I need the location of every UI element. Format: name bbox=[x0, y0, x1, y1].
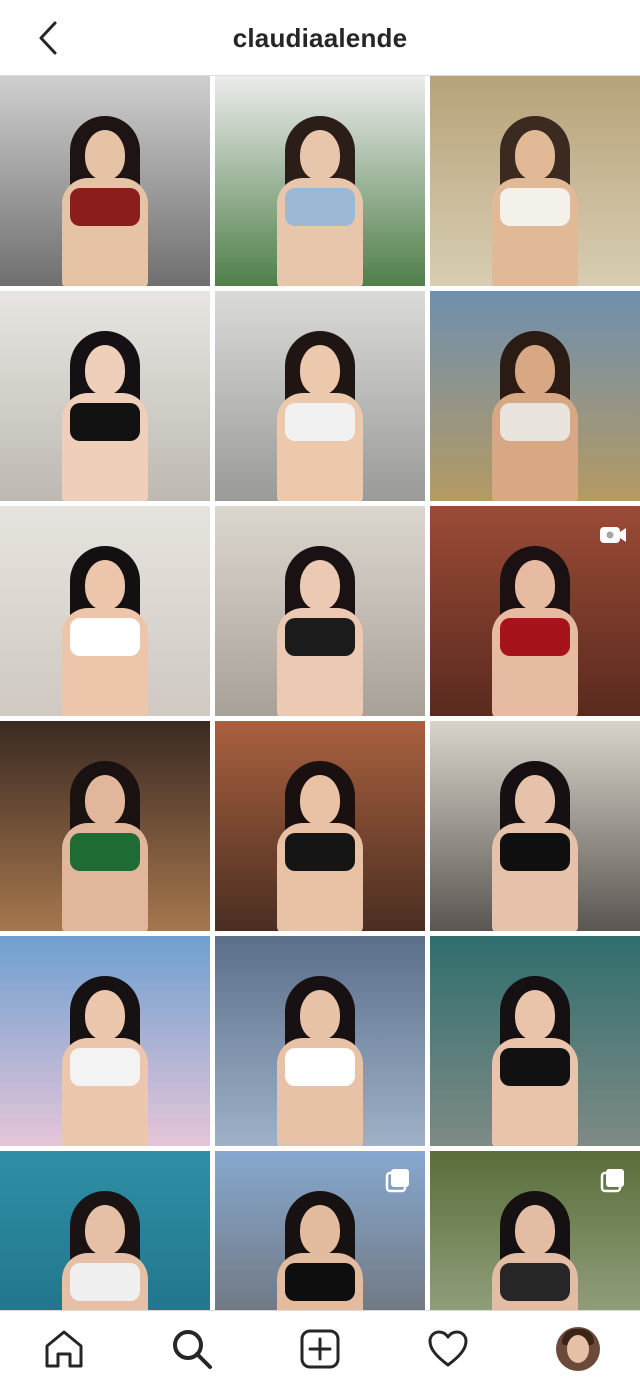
post-thumbnail[interactable] bbox=[430, 936, 640, 1146]
person-figure bbox=[61, 761, 149, 931]
face bbox=[515, 775, 555, 825]
chevron-left-icon bbox=[39, 21, 57, 55]
post-thumbnail[interactable] bbox=[215, 291, 425, 501]
post-thumbnail[interactable] bbox=[215, 721, 425, 931]
heart-icon bbox=[428, 1330, 468, 1367]
person-figure bbox=[276, 1191, 364, 1310]
post-thumbnail[interactable] bbox=[0, 936, 210, 1146]
post-thumbnail[interactable] bbox=[0, 291, 210, 501]
person-figure bbox=[276, 761, 364, 931]
person-figure bbox=[491, 116, 579, 286]
face bbox=[515, 1205, 555, 1255]
face bbox=[85, 130, 125, 180]
post-thumbnail[interactable] bbox=[0, 721, 210, 931]
post-thumbnail[interactable] bbox=[430, 721, 640, 931]
back-button[interactable] bbox=[26, 14, 70, 62]
profile-username-title: claudiaalende bbox=[232, 23, 408, 53]
outfit bbox=[500, 618, 570, 656]
face bbox=[85, 345, 125, 395]
person-figure bbox=[276, 116, 364, 286]
person-figure bbox=[491, 1191, 579, 1310]
post-thumbnail[interactable] bbox=[430, 291, 640, 501]
bottom-navigation bbox=[0, 1310, 640, 1386]
home-nav-button[interactable] bbox=[40, 1325, 88, 1373]
post-thumbnail[interactable] bbox=[0, 506, 210, 716]
person-figure bbox=[61, 1191, 149, 1310]
outfit bbox=[285, 1263, 355, 1301]
outfit bbox=[500, 1048, 570, 1086]
face bbox=[300, 130, 340, 180]
home-icon bbox=[45, 1330, 83, 1368]
person-figure bbox=[61, 976, 149, 1146]
outfit bbox=[70, 403, 140, 441]
outfit bbox=[285, 188, 355, 226]
person-figure bbox=[61, 331, 149, 501]
person-figure bbox=[61, 546, 149, 716]
person-figure bbox=[276, 331, 364, 501]
person-figure bbox=[491, 976, 579, 1146]
face bbox=[515, 345, 555, 395]
outfit bbox=[500, 403, 570, 441]
face bbox=[300, 345, 340, 395]
person-figure bbox=[276, 546, 364, 716]
avatar-face bbox=[567, 1335, 589, 1363]
post-thumbnail[interactable] bbox=[215, 76, 425, 286]
new-post-nav-button[interactable] bbox=[296, 1325, 344, 1373]
face bbox=[515, 130, 555, 180]
profile-avatar[interactable] bbox=[556, 1327, 600, 1371]
person-figure bbox=[276, 976, 364, 1146]
carousel-icon bbox=[598, 1165, 628, 1195]
outfit bbox=[285, 1048, 355, 1086]
outfit bbox=[70, 833, 140, 871]
activity-nav-button[interactable] bbox=[424, 1325, 472, 1373]
face bbox=[515, 990, 555, 1040]
face bbox=[300, 1205, 340, 1255]
post-thumbnail[interactable] bbox=[430, 506, 640, 716]
post-thumbnail[interactable] bbox=[215, 506, 425, 716]
search-icon bbox=[173, 1330, 212, 1369]
new-post-icon bbox=[300, 1329, 340, 1369]
video-camera-icon bbox=[598, 520, 628, 550]
person-figure bbox=[491, 331, 579, 501]
face bbox=[300, 560, 340, 610]
face bbox=[85, 990, 125, 1040]
post-thumbnail[interactable] bbox=[0, 76, 210, 286]
posts-grid bbox=[0, 76, 640, 1310]
outfit bbox=[70, 188, 140, 226]
face bbox=[85, 1205, 125, 1255]
face bbox=[85, 775, 125, 825]
person-figure bbox=[491, 761, 579, 931]
outfit bbox=[70, 1263, 140, 1301]
face bbox=[85, 560, 125, 610]
outfit bbox=[70, 1048, 140, 1086]
face bbox=[300, 775, 340, 825]
face bbox=[300, 990, 340, 1040]
post-thumbnail[interactable] bbox=[430, 1151, 640, 1310]
outfit bbox=[285, 618, 355, 656]
outfit bbox=[285, 403, 355, 441]
person-figure bbox=[61, 116, 149, 286]
outfit bbox=[500, 188, 570, 226]
post-thumbnail[interactable] bbox=[215, 936, 425, 1146]
outfit bbox=[70, 618, 140, 656]
search-nav-button[interactable] bbox=[168, 1325, 216, 1373]
outfit bbox=[500, 1263, 570, 1301]
outfit bbox=[500, 833, 570, 871]
face bbox=[515, 560, 555, 610]
top-bar: claudiaalende bbox=[0, 0, 640, 76]
post-thumbnail[interactable] bbox=[215, 1151, 425, 1310]
post-thumbnail[interactable] bbox=[430, 76, 640, 286]
carousel-icon bbox=[383, 1165, 413, 1195]
outfit bbox=[285, 833, 355, 871]
post-thumbnail[interactable] bbox=[0, 1151, 210, 1310]
person-figure bbox=[491, 546, 579, 716]
